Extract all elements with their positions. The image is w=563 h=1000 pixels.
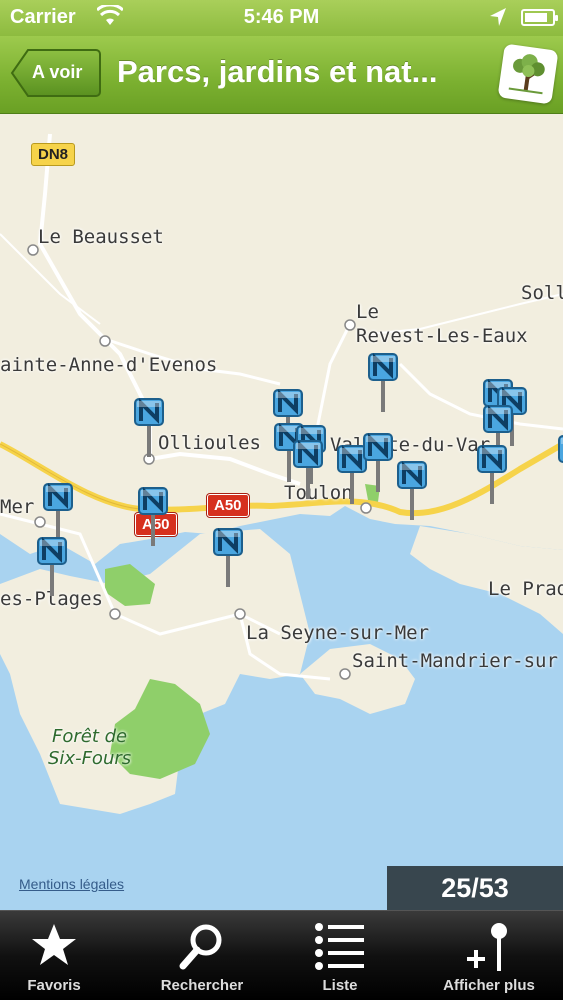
label-le-revest: Le Revest-Les-Eaux	[356, 301, 528, 347]
map-pin[interactable]	[476, 444, 508, 504]
map-pin[interactable]	[292, 439, 324, 499]
map-pin[interactable]	[396, 460, 428, 520]
map-pin[interactable]	[367, 352, 399, 412]
tab-label: Favoris	[27, 977, 81, 994]
map-pin[interactable]	[133, 397, 165, 457]
road-shield-dn8: DN8	[31, 143, 76, 166]
list-icon	[315, 923, 364, 970]
map-pin[interactable]	[362, 432, 394, 492]
back-button[interactable]: A voir	[10, 48, 102, 98]
map-pin[interactable]	[212, 527, 244, 587]
location-arrow-icon	[490, 8, 506, 26]
tab-afficher-plus[interactable]: Afficher plus	[415, 911, 563, 1000]
battery-icon	[521, 9, 558, 26]
tab-label: Liste	[322, 977, 358, 994]
clock: 5:46 PM	[243, 6, 320, 28]
map-pin[interactable]	[137, 486, 169, 546]
label-la-seyne: La Seyne-sur-Mer	[246, 622, 430, 644]
label-mer: Mer	[0, 496, 35, 518]
search-icon	[179, 924, 222, 970]
label-foret-six-fours: Forêt de Six-Fours	[48, 726, 132, 769]
tree-logo-icon[interactable]	[497, 43, 559, 105]
label-le-beausset: Le Beausset	[38, 226, 164, 248]
road-shield-a50: A50	[207, 494, 249, 517]
label-le-pradet: Le Prad	[488, 578, 563, 600]
page-title: Parcs, jardins et nat...	[117, 54, 438, 89]
star-icon	[32, 924, 76, 965]
navigation-bar: A voir Parcs, jardins et nat...	[0, 36, 563, 114]
map-pin[interactable]	[557, 434, 563, 494]
results-counter: 25/53	[387, 866, 563, 910]
label-ollioules: Ollioules	[158, 432, 261, 454]
map-pin[interactable]	[36, 536, 68, 596]
legal-link[interactable]: Mentions légales	[19, 876, 124, 892]
label-sainte-anne: ainte-Anne-d'Evenos	[0, 354, 218, 376]
tab-bar: Favoris Rechercher Liste Afficher plus	[0, 910, 563, 1000]
add-pin-icon	[467, 923, 507, 971]
tab-rechercher[interactable]: Rechercher	[132, 911, 272, 1000]
tab-liste[interactable]: Liste	[270, 911, 410, 1000]
back-button-label: A voir	[32, 62, 83, 82]
map-view[interactable]: Le Beausset Soll Le Revest-Les-Eaux aint…	[0, 114, 563, 910]
tab-favoris[interactable]: Favoris	[0, 911, 124, 1000]
tab-label: Afficher plus	[443, 977, 535, 994]
status-bar: Carrier 5:46 PM	[0, 0, 563, 36]
map-pin[interactable]	[42, 482, 74, 542]
tab-label: Rechercher	[160, 977, 244, 994]
label-saint-mandrier: Saint-Mandrier-sur	[352, 650, 558, 672]
